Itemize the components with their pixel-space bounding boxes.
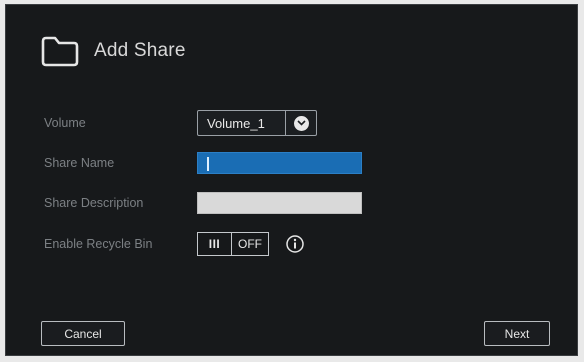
recycle-bin-label: Enable Recycle Bin <box>44 237 153 251</box>
share-name-input[interactable] <box>197 152 362 174</box>
volume-dropdown-button[interactable] <box>285 111 316 135</box>
volume-value: Volume_1 <box>207 115 265 131</box>
add-share-dialog: Add Share Volume Volume_1 Share Name Sha… <box>5 4 578 356</box>
toggle-state: OFF <box>238 237 262 251</box>
folder-icon <box>41 36 79 67</box>
share-name-row: Share Name <box>44 150 484 176</box>
next-button[interactable]: Next <box>484 321 550 346</box>
share-description-input[interactable] <box>197 192 362 214</box>
share-name-label: Share Name <box>44 156 115 170</box>
volume-row: Volume Volume_1 <box>44 110 484 136</box>
recycle-bin-toggle[interactable]: III OFF <box>197 232 269 256</box>
share-description-label: Share Description <box>44 196 144 210</box>
text-caret <box>207 157 209 171</box>
cancel-button[interactable]: Cancel <box>41 321 125 346</box>
toggle-handle[interactable]: III <box>198 233 232 255</box>
volume-label: Volume <box>44 116 86 130</box>
share-description-row: Share Description <box>44 190 484 216</box>
dialog-header: Add Share <box>40 33 186 69</box>
volume-select[interactable]: Volume_1 <box>197 110 317 136</box>
chevron-down-icon <box>293 115 309 131</box>
recycle-bin-row: Enable Recycle Bin III OFF <box>44 231 484 257</box>
info-icon[interactable] <box>285 234 305 254</box>
dialog-title: Add Share <box>94 40 186 61</box>
